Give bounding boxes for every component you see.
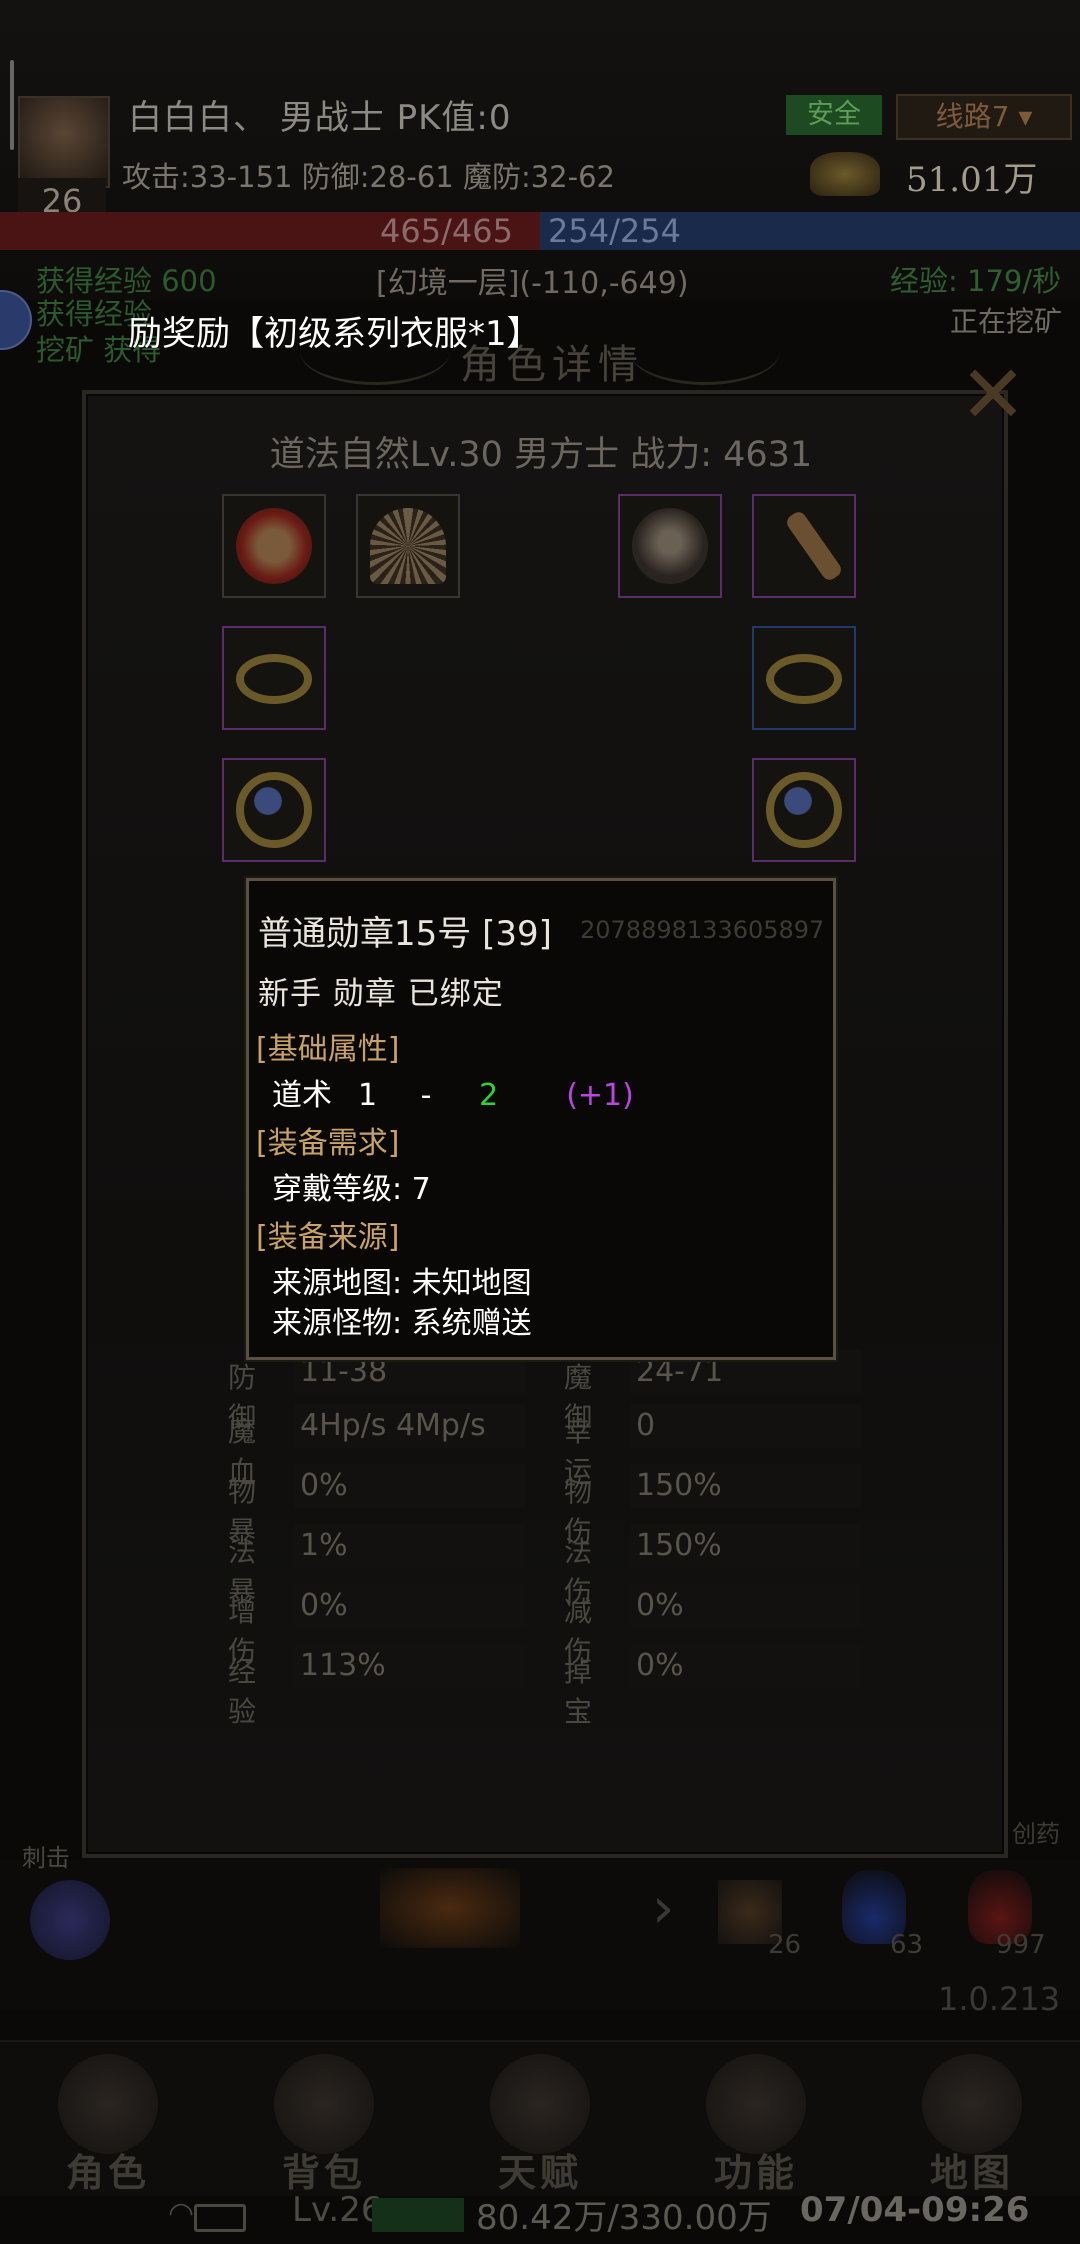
fire-skill-icon[interactable]: [380, 1868, 520, 1948]
arrow-right-icon[interactable]: ›: [652, 1876, 702, 1941]
skill-label: 刺击: [22, 1844, 70, 1872]
bag-icon: [274, 2054, 374, 2154]
ring-icon: [766, 772, 842, 848]
character-header: 道法自然Lv.30 男方士 战力: 4631: [269, 435, 813, 475]
mining-status: 正在挖矿: [950, 305, 1063, 338]
nav-item-talent[interactable]: 天赋: [432, 2042, 648, 2202]
bracelet-left-slot[interactable]: [222, 626, 326, 730]
nav-item-character[interactable]: 角色: [0, 2042, 216, 2202]
medal-slot[interactable]: [222, 494, 326, 598]
stat-bonus: (+1): [566, 1078, 634, 1113]
scroll-indicator: [10, 60, 14, 150]
tooltip-title: 普通勋章15号 [39]: [258, 914, 552, 954]
medal-icon: [236, 508, 312, 584]
tooltip-source-monster: 来源怪物: 系统赠送: [272, 1306, 532, 1341]
shoulder-slot[interactable]: [356, 494, 460, 598]
attr-value: 0: [630, 1404, 862, 1448]
attr-label: 掉宝: [564, 1655, 597, 1728]
status-level: Lv.26: [292, 2190, 383, 2230]
gold-amount: 51.01万: [906, 160, 1038, 200]
stat-min: 1: [358, 1078, 378, 1113]
nav-label: 地图: [929, 2151, 1014, 2195]
safe-zone-badge: 安全: [786, 95, 882, 135]
attr-value: 0%: [630, 1644, 862, 1688]
tooltip-section-base: [基础属性]: [256, 1032, 400, 1067]
helmet-slot[interactable]: [618, 494, 722, 598]
exp-progress-bar: [372, 2198, 464, 2232]
title-ornament-right: [630, 318, 780, 385]
attr-value: 150%: [630, 1464, 862, 1508]
close-icon[interactable]: ✕: [948, 355, 1038, 435]
gold-ingot-icon: [810, 152, 880, 196]
mp-value: 254/254: [548, 212, 681, 250]
shell-icon: [370, 508, 446, 584]
bracelet-icon: [766, 654, 842, 704]
whip-slot[interactable]: [752, 494, 856, 598]
battery-icon: [194, 2204, 246, 2232]
player-avatar[interactable]: [18, 96, 110, 188]
top-hud: [0, 0, 1080, 300]
map-scroll-icon: [922, 2054, 1022, 2154]
bracelet-right-slot[interactable]: [752, 626, 856, 730]
nav-item-map[interactable]: 地图: [864, 2042, 1080, 2202]
stat-max: 2: [479, 1078, 499, 1113]
item-count: 997: [996, 1930, 1046, 1960]
item-count: 63: [890, 1930, 924, 1960]
tooltip-subtitle: 新手 勋章 已绑定: [258, 976, 504, 1012]
route-label: 线路7: [935, 100, 1010, 133]
ring-left-slot[interactable]: [222, 758, 326, 862]
ring-icon: [236, 772, 312, 848]
attr-value: 4Hp/s 4Mp/s: [294, 1404, 526, 1448]
status-exp: 80.42万/330.00万: [476, 2198, 772, 2238]
nav-label: 角色: [65, 2151, 150, 2195]
tooltip-item-id: 2078898133605897: [580, 916, 825, 944]
stat-dash: -: [420, 1078, 432, 1113]
talent-emblem-icon: [490, 2054, 590, 2154]
tooltip-req-line: 穿戴等级: 7: [272, 1172, 431, 1207]
wifi-icon: ◠: [168, 2196, 195, 2231]
bracelet-icon: [236, 654, 312, 704]
tooltip-source-map: 来源地图: 未知地图: [272, 1266, 532, 1301]
blade-icon: [706, 2054, 806, 2154]
attr-value: 113%: [294, 1644, 526, 1688]
craft-hint: 创药: [1012, 1820, 1060, 1848]
title-ornament-left: [300, 318, 450, 385]
item-count: 26: [768, 1930, 802, 1960]
hooded-figure-icon: [58, 2054, 158, 2154]
exp-gain-text: 获得经验 600: [36, 264, 217, 298]
player-name-line: 白白白、 男战士 PK值:0: [128, 98, 512, 138]
panel-title: 角色详情: [460, 342, 644, 388]
nav-label: 天赋: [497, 2151, 582, 2195]
stat-name: 道术: [272, 1078, 332, 1113]
whip-icon: [784, 509, 844, 583]
player-stats-line: 攻击:33-151 防御:28-61 魔防:32-62: [122, 160, 616, 194]
exp-rate-text: 经验: 179/秒: [890, 264, 1062, 298]
nav-item-bag[interactable]: 背包: [216, 2042, 432, 2202]
attr-value: 0%: [294, 1584, 526, 1628]
route-select-button[interactable]: 线路7 ▾: [896, 94, 1072, 140]
attr-value: 150%: [630, 1524, 862, 1568]
bottom-nav: 角色 背包 天赋 功能 地图: [0, 2040, 1080, 2202]
ring-right-slot[interactable]: [752, 758, 856, 862]
nav-label: 背包: [281, 2151, 366, 2195]
skill-orb-icon[interactable]: [30, 1880, 110, 1960]
attr-label: 经验: [228, 1655, 261, 1728]
tooltip-section-requirement: [装备需求]: [256, 1126, 400, 1161]
status-time: 07/04-09:26: [800, 2190, 1030, 2230]
nav-label: 功能: [713, 2151, 798, 2195]
attr-value: 0%: [294, 1464, 526, 1508]
attr-value: 1%: [294, 1524, 526, 1568]
chevron-down-icon: ▾: [1018, 100, 1033, 133]
tooltip-stat-line: 道术 1 - 2 (+1): [272, 1070, 634, 1114]
hp-value: 465/465: [380, 212, 513, 250]
map-location: [幻境一层](-110,-649): [376, 266, 689, 301]
skull-helmet-icon: [632, 508, 708, 584]
tooltip-section-source: [装备来源]: [256, 1220, 400, 1255]
version-label: 1.0.213: [938, 1980, 1061, 2018]
nav-item-function[interactable]: 功能: [648, 2042, 864, 2202]
attr-value: 0%: [630, 1584, 862, 1628]
